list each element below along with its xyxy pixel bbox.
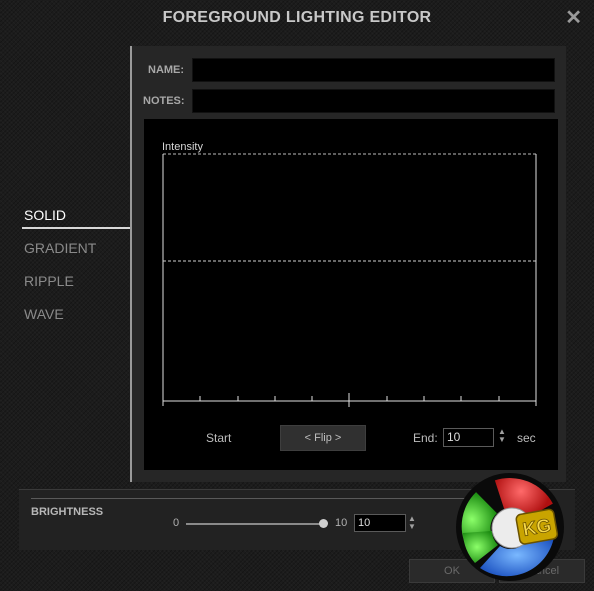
tab-wave[interactable]: WAVE xyxy=(22,304,132,337)
notes-input[interactable] xyxy=(192,89,555,113)
notes-label: NOTES: xyxy=(143,95,185,107)
brightness-input[interactable]: 10 xyxy=(354,514,406,532)
name-label: NAME: xyxy=(148,64,185,76)
end-time-input[interactable]: 10 xyxy=(443,428,494,447)
brightness-decrement-icon[interactable]: ▼ xyxy=(408,523,416,531)
active-tab-underline xyxy=(22,227,130,229)
brightness-slider-track[interactable] xyxy=(186,523,323,525)
intensity-label: Intensity xyxy=(162,141,203,153)
editor-panel: NAME: NOTES: Intensity Start < Flip > En… xyxy=(130,46,566,482)
tab-ripple[interactable]: RIPPLE xyxy=(22,271,132,304)
intensity-graph: Intensity xyxy=(162,141,537,407)
end-label: End: xyxy=(413,431,438,445)
end-decrement-icon[interactable]: ▼ xyxy=(498,436,506,444)
flip-button[interactable]: < Flip > xyxy=(280,425,366,451)
window-title: FOREGROUND LIGHTING EDITOR xyxy=(162,9,432,26)
name-input[interactable] xyxy=(192,58,555,82)
kitguru-logo-icon: KG xyxy=(456,473,564,581)
end-increment-icon[interactable]: ▲ xyxy=(498,428,506,436)
end-unit-label: sec xyxy=(517,431,536,445)
close-icon[interactable]: ✕ xyxy=(565,8,582,28)
brightness-slider-thumb[interactable] xyxy=(318,519,328,528)
brightness-divider xyxy=(31,498,491,499)
effect-tabs: SOLID GRADIENT RIPPLE WAVE xyxy=(22,205,132,337)
tab-gradient[interactable]: GRADIENT xyxy=(22,238,132,271)
intensity-chart: Intensity Start < Flip > End: 10 ▲ ▼ sec xyxy=(144,119,558,470)
start-label: Start xyxy=(206,431,232,445)
brightness-min-label: 0 xyxy=(173,517,180,529)
time-axis-ticks xyxy=(162,393,537,407)
brightness-max-label: 10 xyxy=(335,517,348,529)
tab-solid[interactable]: SOLID xyxy=(22,205,132,238)
brightness-label: BRIGHTNESS xyxy=(31,506,104,518)
brightness-increment-icon[interactable]: ▲ xyxy=(408,515,416,523)
